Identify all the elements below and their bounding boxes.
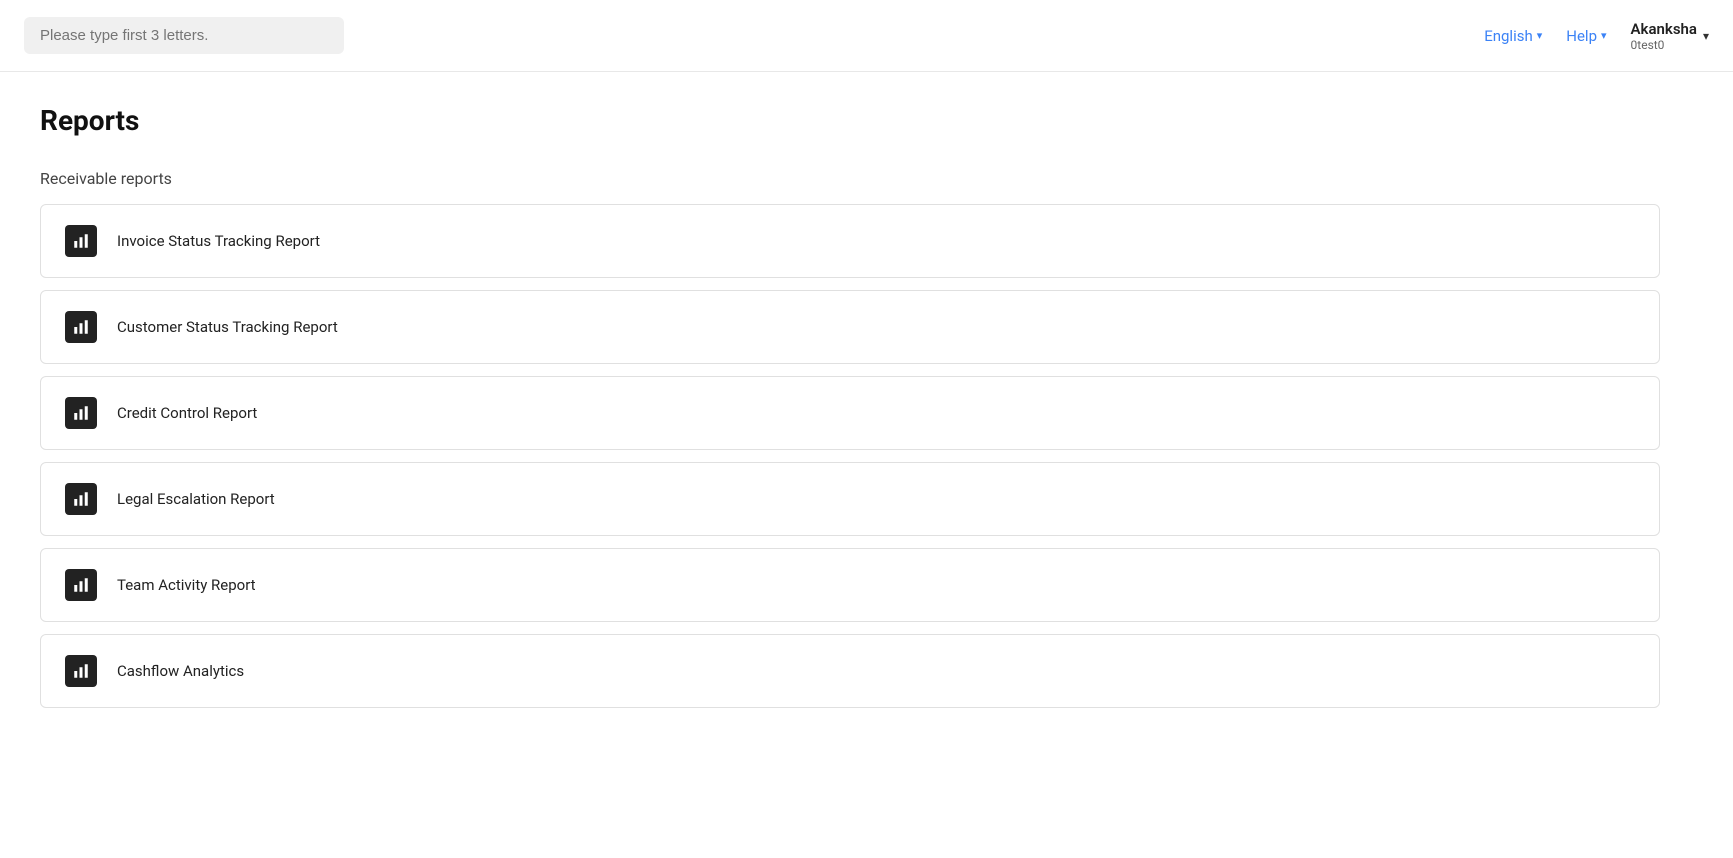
report-item-invoice-status[interactable]: Invoice Status Tracking Report — [40, 204, 1660, 278]
report-item-team-activity[interactable]: Team Activity Report — [40, 548, 1660, 622]
help-label: Help — [1566, 27, 1597, 45]
report-item-legal-escalation[interactable]: Legal Escalation Report — [40, 462, 1660, 536]
report-list: Invoice Status Tracking Report Customer … — [40, 204, 1660, 720]
chart-icon — [65, 569, 97, 601]
user-sub: 0test0 — [1631, 38, 1665, 52]
user-info: Akanksha 0test0 — [1631, 20, 1697, 52]
report-label: Credit Control Report — [117, 404, 257, 422]
user-menu[interactable]: Akanksha 0test0 ▾ — [1631, 20, 1709, 52]
language-label: English — [1484, 27, 1533, 45]
help-link[interactable]: Help ▾ — [1566, 27, 1606, 45]
main-content: Reports Receivable reports Invoice Statu… — [0, 72, 1700, 752]
report-label: Legal Escalation Report — [117, 490, 275, 508]
top-nav: English ▾ Help ▾ Akanksha 0test0 ▾ — [0, 0, 1733, 72]
search-input[interactable] — [24, 17, 344, 54]
report-label: Cashflow Analytics — [117, 662, 244, 680]
chart-icon — [65, 311, 97, 343]
report-item-customer-status[interactable]: Customer Status Tracking Report — [40, 290, 1660, 364]
report-label: Team Activity Report — [117, 576, 256, 594]
section-title: Receivable reports — [40, 169, 1660, 188]
chart-icon — [65, 397, 97, 429]
language-selector[interactable]: English ▾ — [1484, 27, 1542, 45]
nav-right: English ▾ Help ▾ Akanksha 0test0 ▾ — [1484, 20, 1709, 52]
chart-icon — [65, 655, 97, 687]
chart-icon — [65, 483, 97, 515]
page-title: Reports — [40, 104, 1660, 137]
report-label: Invoice Status Tracking Report — [117, 232, 320, 250]
help-chevron-icon: ▾ — [1601, 29, 1607, 42]
user-chevron-icon: ▾ — [1703, 29, 1709, 43]
user-name: Akanksha — [1631, 20, 1697, 38]
report-label: Customer Status Tracking Report — [117, 318, 338, 336]
report-item-credit-control[interactable]: Credit Control Report — [40, 376, 1660, 450]
language-chevron-icon: ▾ — [1537, 29, 1543, 42]
report-item-cashflow-analytics[interactable]: Cashflow Analytics — [40, 634, 1660, 708]
chart-icon — [65, 225, 97, 257]
